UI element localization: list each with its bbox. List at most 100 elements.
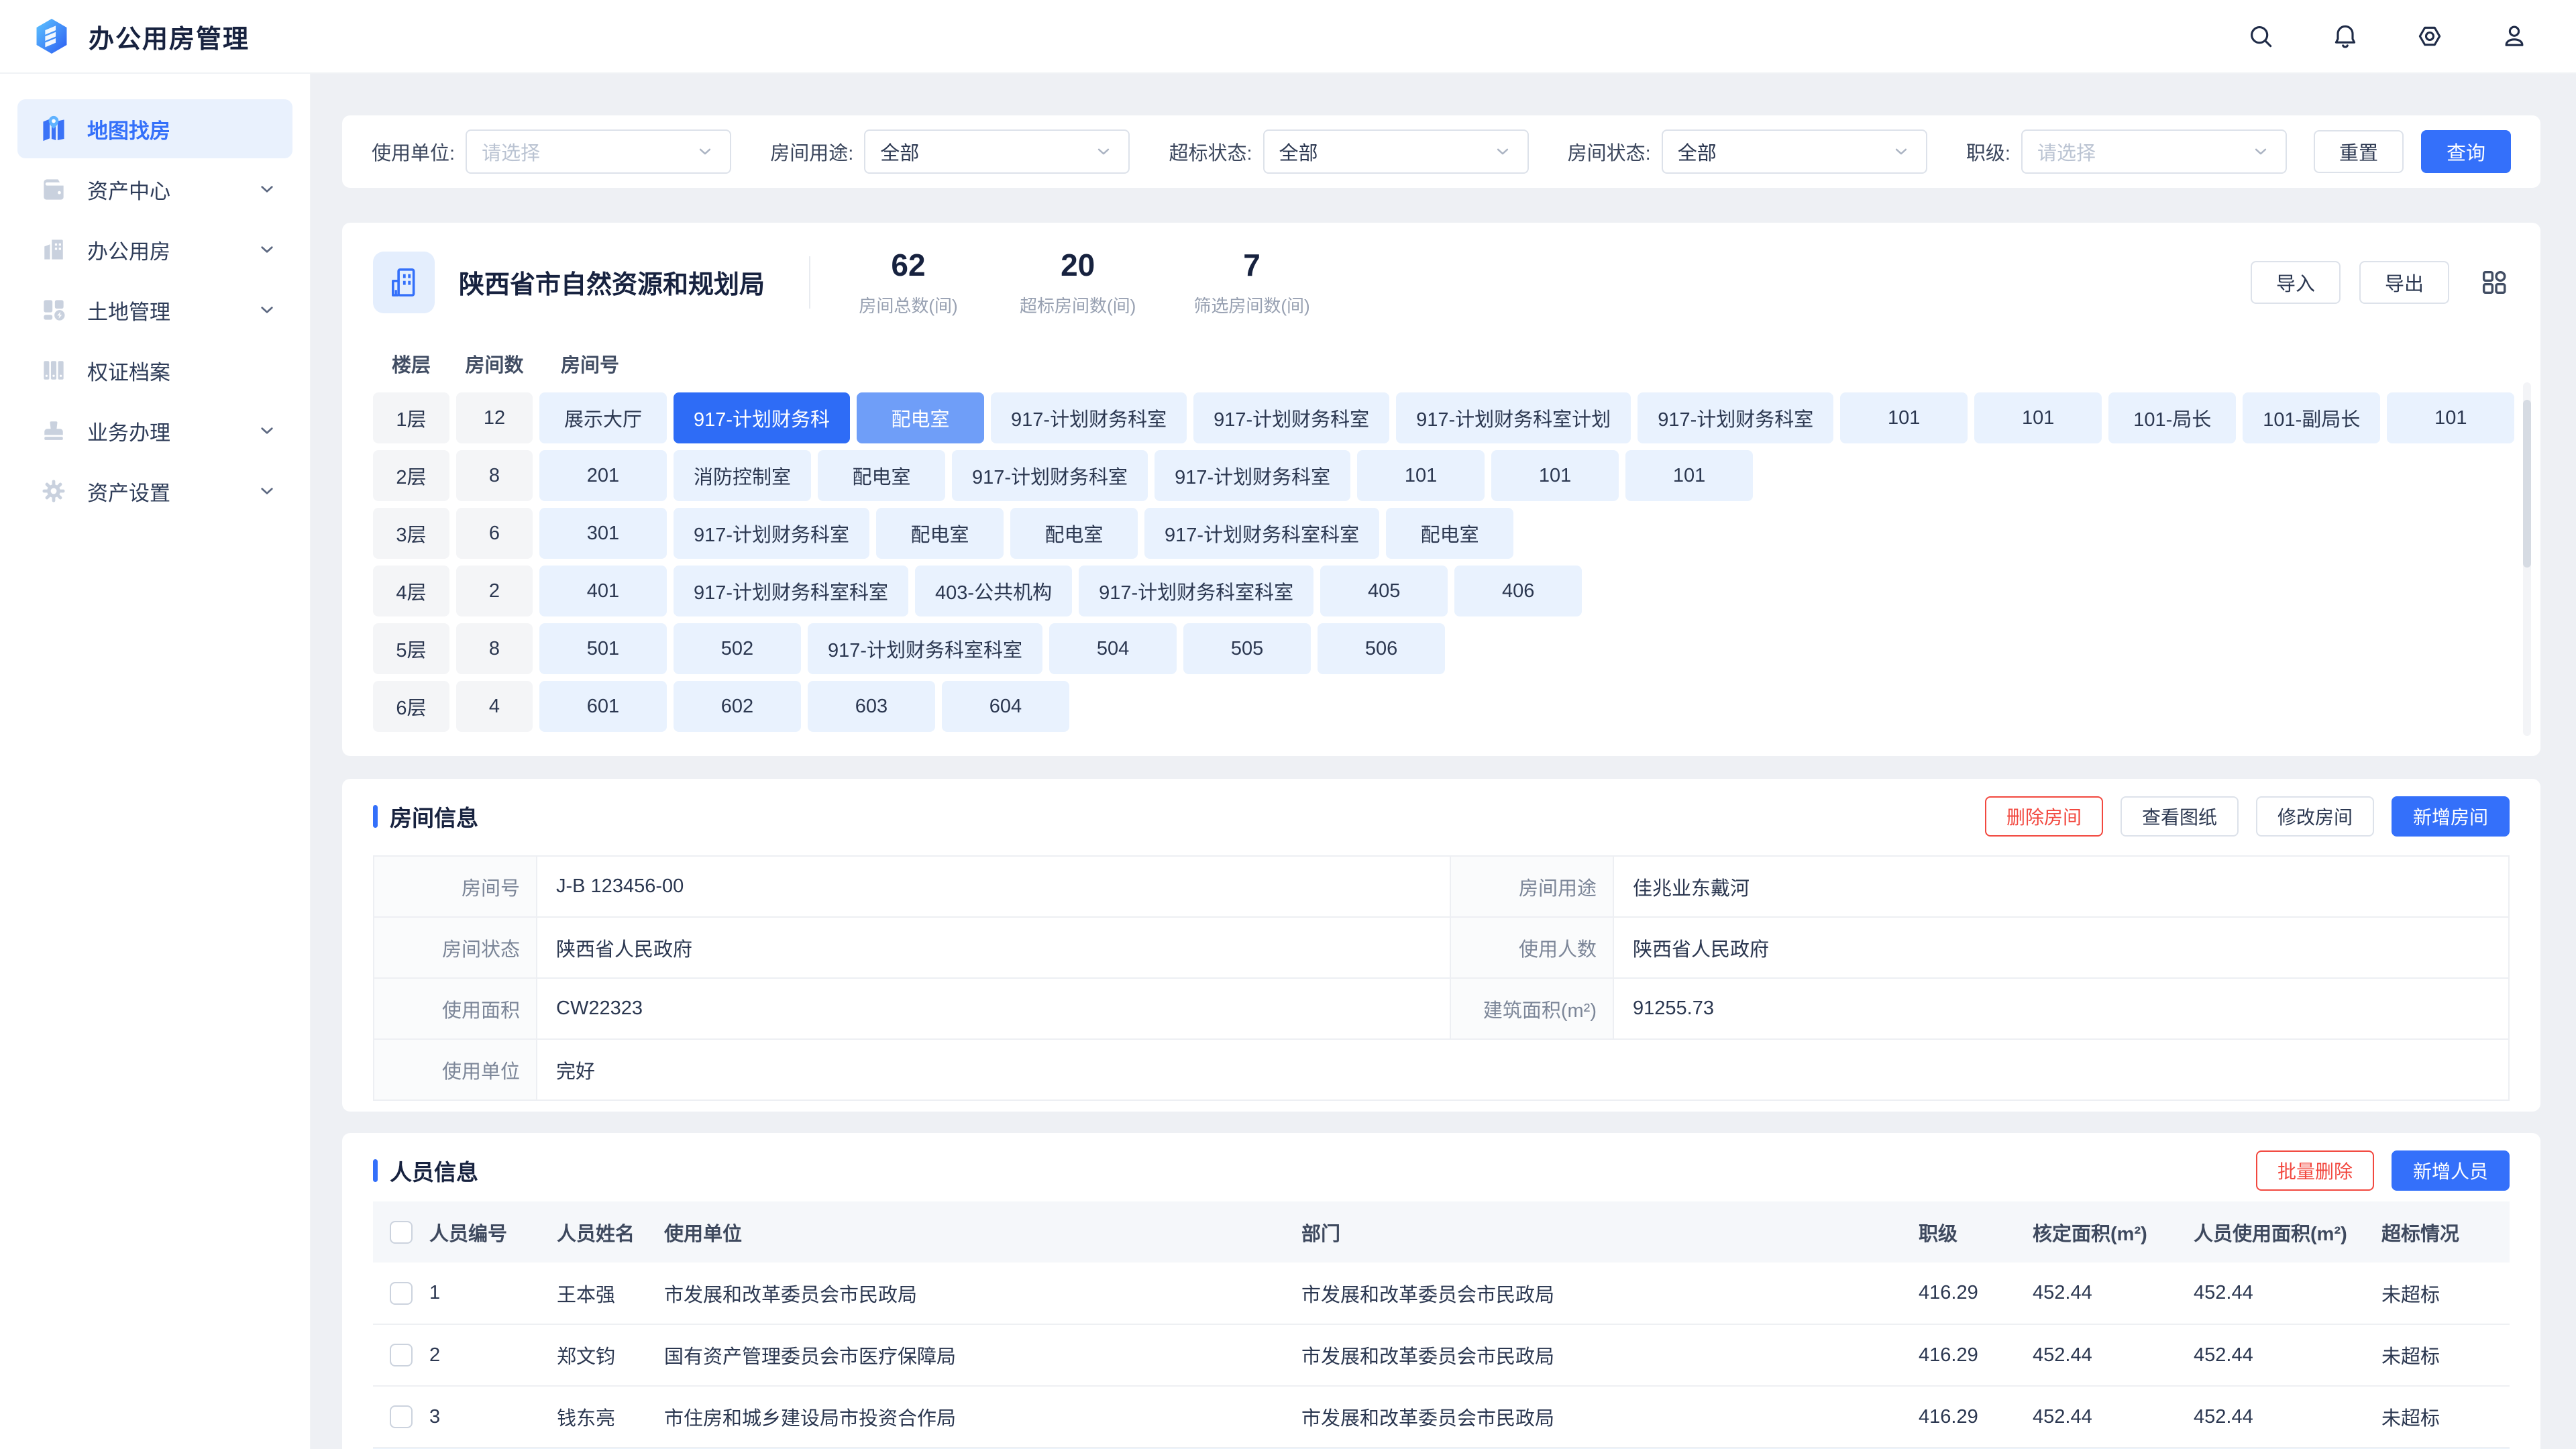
layout-grid-icon[interactable] bbox=[2479, 267, 2510, 298]
row-checkbox[interactable] bbox=[390, 1282, 413, 1305]
chevron-down-icon bbox=[2251, 142, 2271, 162]
batch-delete-button[interactable]: 批量删除 bbox=[2256, 1150, 2374, 1191]
room-chip[interactable]: 201 bbox=[539, 450, 667, 501]
field-label: 使用人数 bbox=[1450, 917, 1613, 978]
room-chip[interactable]: 917-计划财务科室科室 bbox=[1144, 508, 1379, 559]
room-chip[interactable]: 505 bbox=[1183, 623, 1311, 674]
people-title: 人员信息 bbox=[373, 1155, 478, 1187]
room-chip[interactable]: 917-计划财务科室科室 bbox=[674, 566, 908, 616]
floor-grid-scrollbar[interactable] bbox=[2523, 400, 2531, 568]
floor-row: 2层8201消防控制室配电室917-计划财务科室917-计划财务科室101101… bbox=[373, 450, 2510, 501]
sidebar-item-asset-setting[interactable]: 资产设置 bbox=[17, 462, 292, 521]
sidebar-item-office-room[interactable]: 办公用房 bbox=[17, 220, 292, 279]
room-chip[interactable]: 405 bbox=[1320, 566, 1448, 616]
room-chip[interactable]: 展示大厅 bbox=[539, 392, 667, 443]
room-chip[interactable]: 506 bbox=[1318, 623, 1445, 674]
sidebar-item-business[interactable]: 业务办理 bbox=[17, 401, 292, 460]
floor-row: 3层6301917-计划财务科室配电室配电室917-计划财务科室科室配电室 bbox=[373, 508, 2510, 559]
table-row: 3 钱东亮 市住房和城乡建设局市投资合作局 市发展和改革委员会市民政局 416.… bbox=[373, 1386, 2510, 1448]
filter-room-status-select[interactable]: 全部 bbox=[1662, 129, 1927, 174]
room-chip[interactable]: 配电室 bbox=[876, 508, 1004, 559]
row-checkbox[interactable] bbox=[390, 1405, 413, 1428]
room-chip[interactable]: 配电室 bbox=[1010, 508, 1138, 559]
room-chip[interactable]: 101 bbox=[1974, 392, 2102, 443]
room-chip[interactable]: 602 bbox=[674, 681, 801, 732]
user-icon[interactable] bbox=[2500, 21, 2529, 51]
building-icon bbox=[373, 252, 435, 313]
sidebar: 地图找房 资产中心 办公用房 土地管理 权证档案 业务办理 资产设置 bbox=[0, 74, 311, 1449]
people-table-body: 1 王本强 市发展和改革委员会市民政局 市发展和改革委员会市民政局 416.29… bbox=[373, 1263, 2510, 1449]
bell-icon[interactable] bbox=[2330, 21, 2360, 51]
sidebar-item-asset-center[interactable]: 资产中心 bbox=[17, 160, 292, 219]
room-chip[interactable]: 917-计划财务科室科室 bbox=[1079, 566, 1313, 616]
room-chip[interactable]: 917-计划财务科室计划 bbox=[1396, 392, 1631, 443]
room-chip[interactable]: 101 bbox=[1357, 450, 1485, 501]
search-button[interactable]: 查询 bbox=[2421, 130, 2511, 173]
floor-row: 6层4601602603604 bbox=[373, 681, 2510, 732]
room-chip[interactable]: 917-计划财务科室科室 bbox=[808, 623, 1042, 674]
sidebar-item-map-find-room[interactable]: 地图找房 bbox=[17, 99, 292, 158]
cell-unit: 国有资产管理委员会市医疗保障局 bbox=[664, 1324, 1301, 1386]
room-chip[interactable]: 配电室 bbox=[857, 392, 984, 443]
room-chip[interactable]: 101 bbox=[1491, 450, 1619, 501]
room-chip[interactable]: 917-计划财务科室 bbox=[991, 392, 1187, 443]
room-chip[interactable]: 403-公共机构 bbox=[915, 566, 1072, 616]
field-value: 陕西省人民政府 bbox=[537, 917, 1450, 978]
room-chip[interactable]: 101 bbox=[1840, 392, 1968, 443]
room-chip[interactable]: 601 bbox=[539, 681, 667, 732]
room-chip[interactable]: 917-计划财务科 bbox=[674, 392, 850, 443]
room-chip[interactable]: 101-局长 bbox=[2108, 392, 2236, 443]
room-chip[interactable]: 配电室 bbox=[818, 450, 945, 501]
reset-button[interactable]: 重置 bbox=[2314, 130, 2404, 173]
cell-dept: 市发展和改革委员会市民政局 bbox=[1301, 1386, 1919, 1448]
stat-over-rooms: 20 超标房间数(间) bbox=[1020, 247, 1136, 317]
building-header: 陕西省市自然资源和规划局 62 房间总数(间) 20 超标房间数(间) 7 筛选… bbox=[373, 247, 2510, 317]
chevron-down-icon bbox=[256, 239, 278, 260]
room-chip[interactable]: 401 bbox=[539, 566, 667, 616]
view-drawing-button[interactable]: 查看图纸 bbox=[2121, 796, 2239, 837]
import-button[interactable]: 导入 bbox=[2251, 261, 2341, 304]
room-chip[interactable]: 604 bbox=[942, 681, 1069, 732]
room-chip[interactable]: 603 bbox=[808, 681, 935, 732]
room-chip[interactable]: 917-计划财务科室 bbox=[1638, 392, 1833, 443]
room-chip[interactable]: 配电室 bbox=[1386, 508, 1513, 559]
filter-rank-select[interactable]: 请选择 bbox=[2021, 129, 2287, 174]
cell-over-status: 未超标 bbox=[2381, 1263, 2510, 1324]
field-value: 佳兆业东戴河 bbox=[1613, 856, 2509, 917]
stat-filtered-rooms: 7 筛选房间数(间) bbox=[1193, 247, 1309, 317]
settings-icon[interactable] bbox=[2415, 21, 2445, 51]
room-chip[interactable]: 101 bbox=[1625, 450, 1753, 501]
filter-over-status-select[interactable]: 全部 bbox=[1263, 129, 1529, 174]
building-stats: 62 房间总数(间) 20 超标房间数(间) 7 筛选房间数(间) bbox=[855, 247, 1310, 317]
room-chip[interactable]: 消防控制室 bbox=[674, 450, 811, 501]
delete-room-button[interactable]: 删除房间 bbox=[1985, 796, 2103, 837]
room-chip[interactable]: 917-计划财务科室 bbox=[674, 508, 869, 559]
filter-use-unit-select[interactable]: 请选择 bbox=[466, 129, 731, 174]
room-info-card: 房间信息 删除房间 查看图纸 修改房间 新增房间 房间号J-B 123456-0… bbox=[342, 779, 2540, 1112]
export-button[interactable]: 导出 bbox=[2359, 261, 2449, 304]
room-chip[interactable]: 101-副局长 bbox=[2243, 392, 2380, 443]
room-chip[interactable]: 917-计划财务科室 bbox=[952, 450, 1148, 501]
row-checkbox[interactable] bbox=[390, 1344, 413, 1366]
edit-room-button[interactable]: 修改房间 bbox=[2256, 796, 2374, 837]
room-chip[interactable]: 501 bbox=[539, 623, 667, 674]
filter-use-unit: 使用单位: 请选择 bbox=[372, 129, 731, 174]
room-info-row: 房间状态陕西省人民政府使用人数陕西省人民政府 bbox=[374, 917, 2509, 978]
room-chip[interactable]: 504 bbox=[1049, 623, 1177, 674]
room-chip[interactable]: 502 bbox=[674, 623, 801, 674]
sidebar-item-cert-archive[interactable]: 权证档案 bbox=[17, 341, 292, 400]
sidebar-item-land-manage[interactable]: 土地管理 bbox=[17, 280, 292, 339]
search-icon[interactable] bbox=[2246, 21, 2275, 51]
filter-room-purpose-select[interactable]: 全部 bbox=[864, 129, 1130, 174]
room-chip[interactable]: 101 bbox=[2387, 392, 2514, 443]
room-chip[interactable]: 301 bbox=[539, 508, 667, 559]
room-chip[interactable]: 917-计划财务科室 bbox=[1155, 450, 1350, 501]
cell-rank: 416.29 bbox=[1919, 1324, 2033, 1386]
add-person-button[interactable]: 新增人员 bbox=[2392, 1150, 2510, 1191]
add-room-button[interactable]: 新增房间 bbox=[2392, 796, 2510, 837]
select-all-checkbox[interactable] bbox=[390, 1221, 413, 1244]
room-chip[interactable]: 406 bbox=[1454, 566, 1582, 616]
room-chip[interactable]: 917-计划财务科室 bbox=[1193, 392, 1389, 443]
wallet-icon bbox=[39, 174, 68, 204]
cell-over-status: 未超标 bbox=[2381, 1324, 2510, 1386]
